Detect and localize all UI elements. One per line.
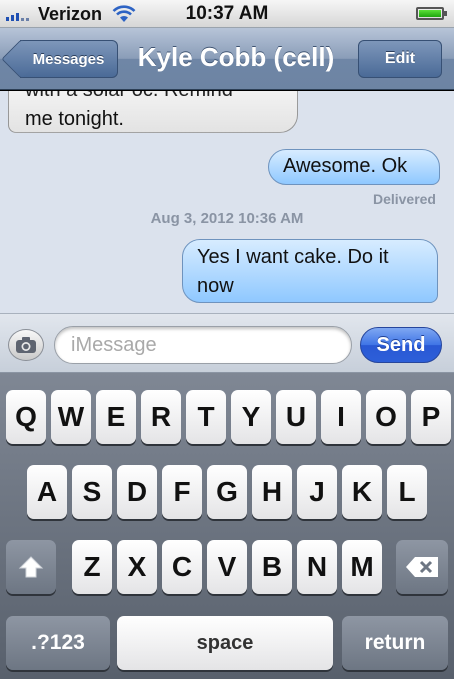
key-v[interactable]: V [207, 540, 247, 594]
key-f[interactable]: F [162, 465, 202, 519]
key-x[interactable]: X [117, 540, 157, 594]
numbers-key[interactable]: .?123 [6, 616, 110, 670]
key-r[interactable]: R [141, 390, 181, 444]
navigation-bar: Messages Kyle Cobb (cell) Edit [0, 28, 454, 90]
key-b[interactable]: B [252, 540, 292, 594]
battery-icon [416, 7, 447, 20]
outgoing-message-text: Awesome. Ok [283, 155, 408, 177]
back-button-label: Messages [32, 50, 105, 68]
outgoing-message-bubble[interactable]: Yes I want cake. Do it now [182, 239, 438, 303]
message-input-bar: Send [0, 313, 454, 373]
key-t[interactable]: T [186, 390, 226, 444]
key-j[interactable]: J [297, 465, 337, 519]
keyboard: .?123 space return QWERTYUIOP ASDFGHJKL ZX… [0, 373, 454, 679]
incoming-message-text: me tonight. [25, 108, 124, 130]
message-input[interactable] [54, 326, 352, 364]
key-d[interactable]: D [117, 465, 157, 519]
key-p[interactable]: P [411, 390, 451, 444]
key-n[interactable]: N [297, 540, 337, 594]
backspace-icon [406, 557, 438, 577]
key-c[interactable]: C [162, 540, 202, 594]
conversation-thread[interactable]: with a solar oc. Remind me tonight. Awes… [0, 91, 454, 313]
outgoing-message-bubble[interactable]: Awesome. Ok [268, 149, 440, 185]
key-h[interactable]: H [252, 465, 292, 519]
key-y[interactable]: Y [231, 390, 271, 444]
key-m[interactable]: M [342, 540, 382, 594]
key-z[interactable]: Z [72, 540, 112, 594]
send-button[interactable]: Send [360, 327, 442, 363]
delete-key[interactable] [396, 540, 448, 594]
return-key[interactable]: return [342, 616, 448, 670]
key-i[interactable]: I [321, 390, 361, 444]
key-u[interactable]: U [276, 390, 316, 444]
status-bar: Verizon 10:37 AM [0, 0, 454, 28]
edit-button[interactable]: Edit [358, 40, 442, 78]
incoming-message-partial-line: with a solar oc. Remind [25, 91, 281, 105]
key-w[interactable]: W [51, 390, 91, 444]
outgoing-message-text: Yes I want cake. Do it now [197, 246, 389, 297]
key-a[interactable]: A [27, 465, 67, 519]
back-button[interactable]: Messages [20, 40, 118, 78]
shift-key[interactable] [6, 540, 56, 594]
delivered-status: Delivered [372, 191, 436, 207]
camera-button[interactable] [8, 329, 44, 361]
incoming-message-bubble[interactable]: with a solar oc. Remind me tonight. [8, 91, 298, 133]
message-timestamp: Aug 3, 2012 10:36 AM [150, 210, 304, 227]
conversation-title: Kyle Cobb (cell) [137, 42, 335, 72]
key-e[interactable]: E [96, 390, 136, 444]
key-l[interactable]: L [387, 465, 427, 519]
status-time: 10:37 AM [185, 3, 269, 24]
key-q[interactable]: Q [6, 390, 46, 444]
key-k[interactable]: K [342, 465, 382, 519]
space-key[interactable]: space [117, 616, 333, 670]
camera-icon [16, 337, 36, 353]
key-g[interactable]: G [207, 465, 247, 519]
key-o[interactable]: O [366, 390, 406, 444]
shift-arrow-icon [18, 556, 44, 578]
key-s[interactable]: S [72, 465, 112, 519]
